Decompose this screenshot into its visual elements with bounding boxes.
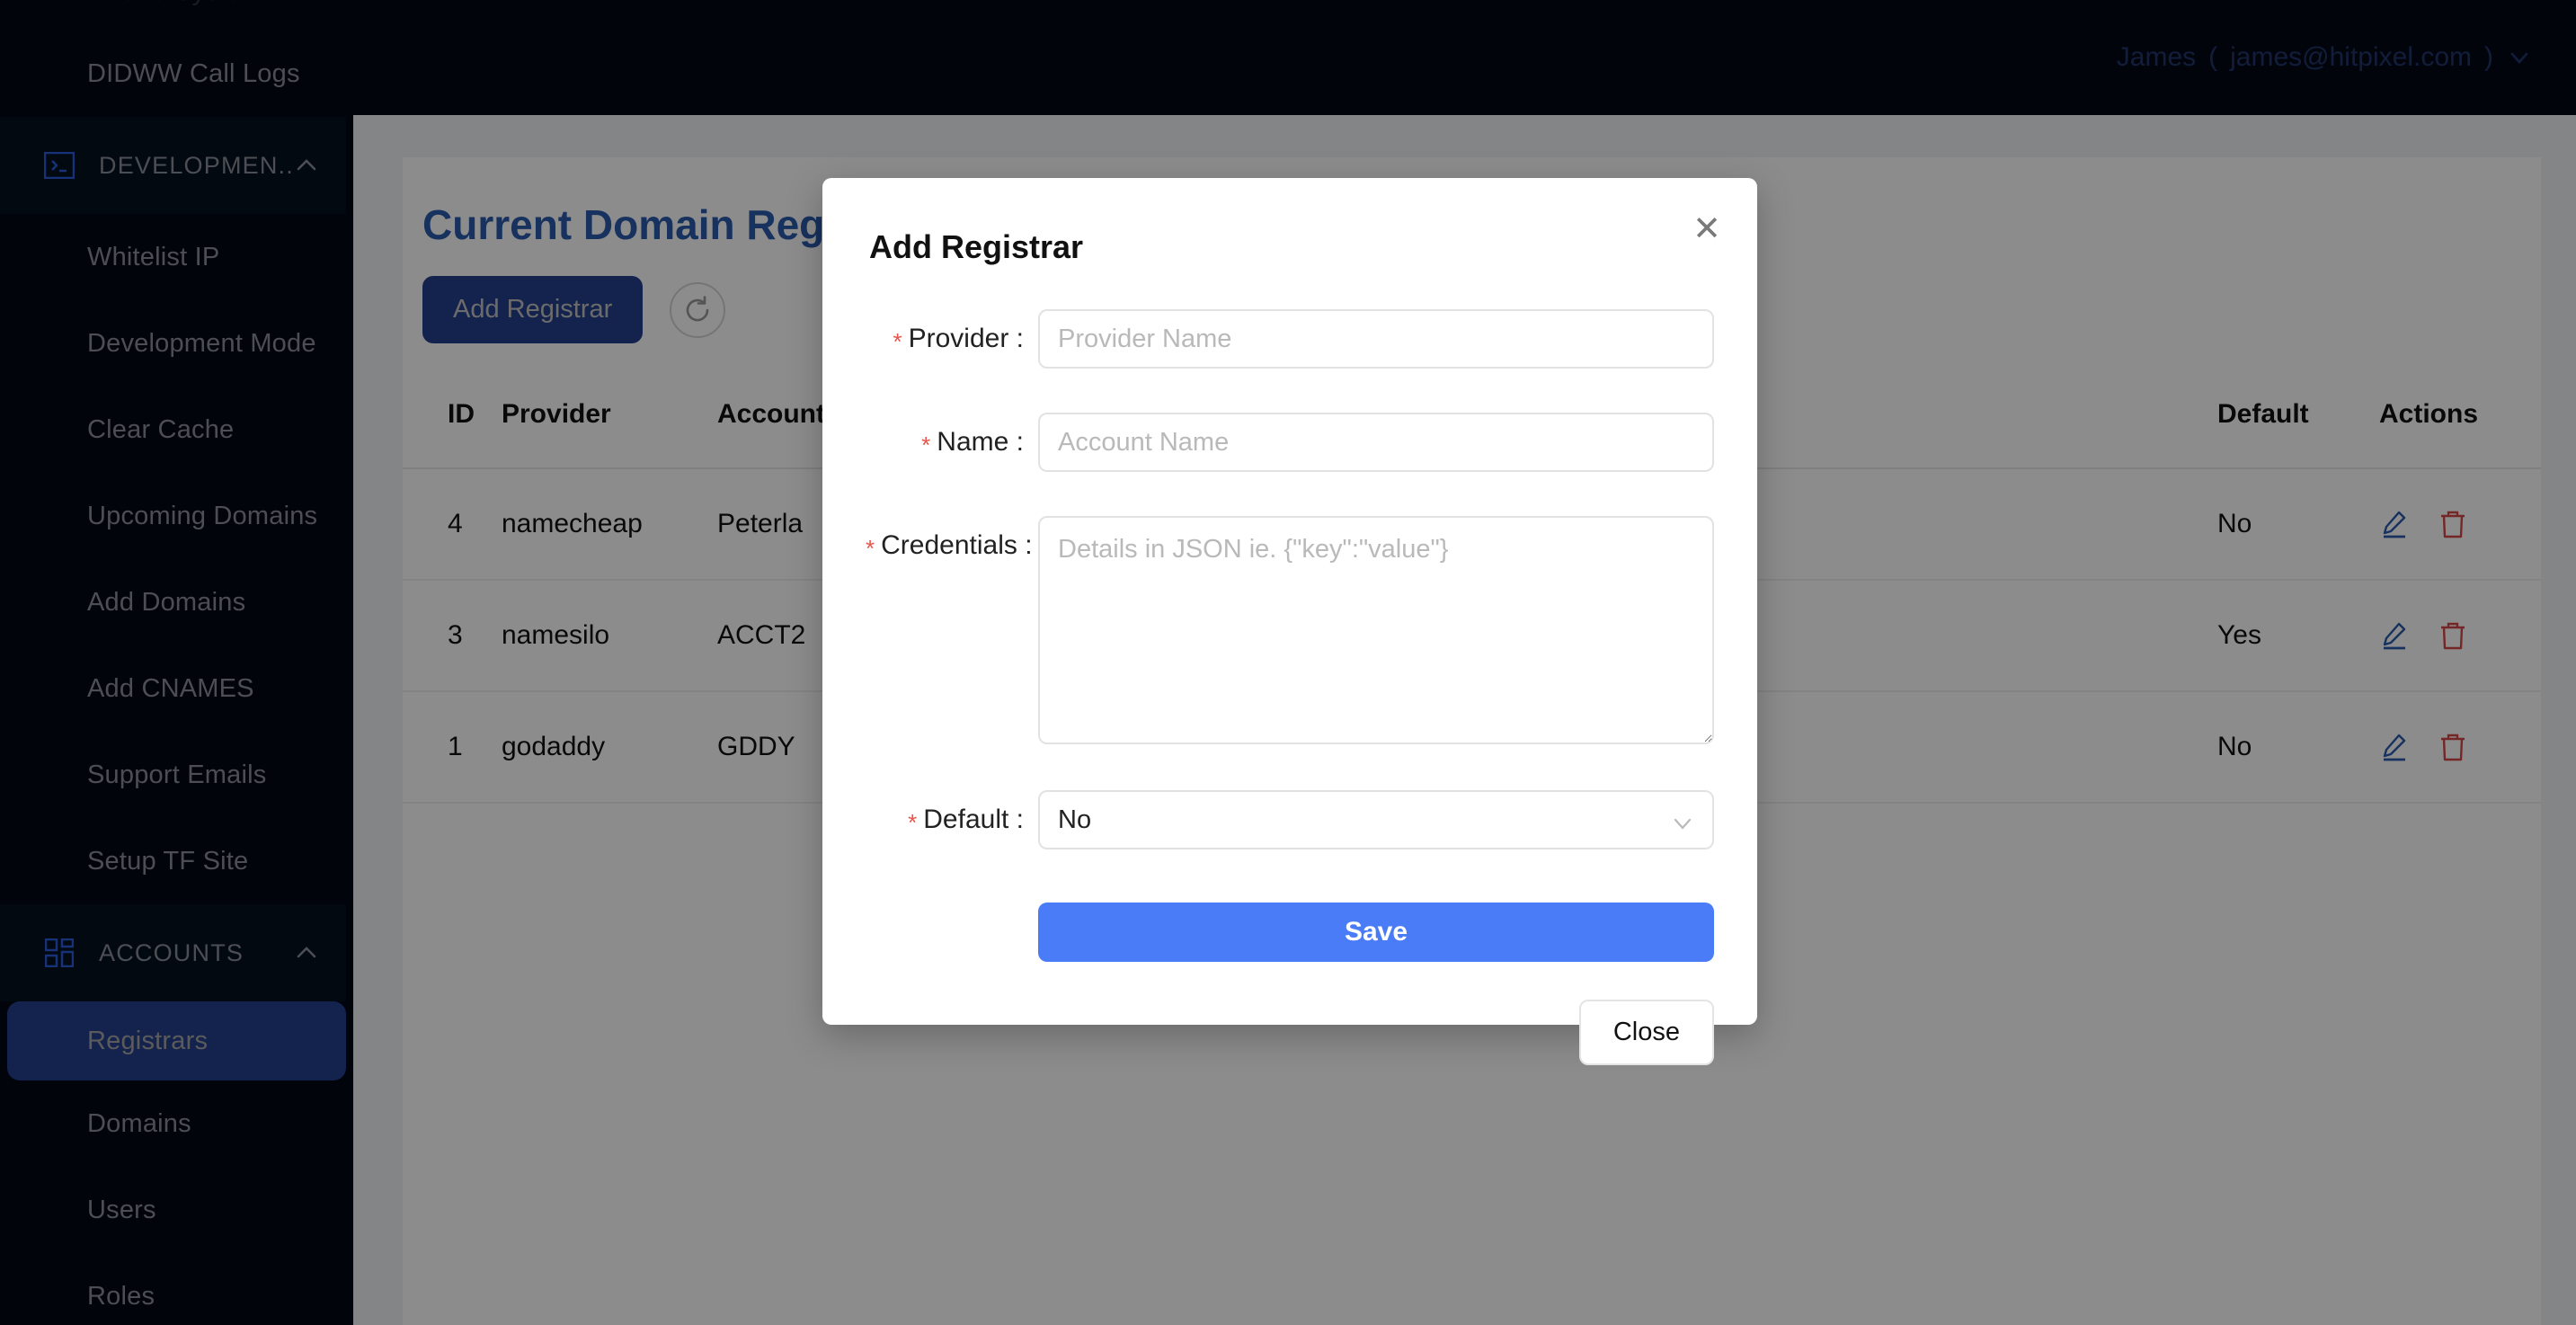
account-name-input[interactable] (1038, 413, 1714, 472)
required-asterisk: * (921, 431, 931, 458)
provider-label-text: Provider : (908, 324, 1024, 353)
required-asterisk: * (893, 328, 902, 355)
close-button[interactable]: Close (1578, 1000, 1714, 1065)
required-asterisk: * (866, 535, 875, 562)
credentials-label: * Credentials : (866, 516, 1038, 578)
provider-input[interactable] (1038, 309, 1714, 369)
name-label-text: Name : (937, 427, 1024, 457)
form-row-credentials: * Credentials : (866, 516, 1714, 749)
credentials-textarea[interactable] (1038, 516, 1714, 744)
app-root: Phone System DIDWW Call Logs DEVELOPMEN.… (0, 0, 2576, 1325)
form-row-name: * Name : (866, 413, 1714, 475)
close-icon[interactable]: ✕ (1692, 212, 1721, 246)
modal-footer: Close (866, 1000, 1714, 1065)
credentials-label-text: Credentials : (881, 530, 1033, 560)
name-label: * Name : (866, 413, 1038, 475)
default-select-value: No (1058, 805, 1092, 834)
chevron-down-icon (1671, 812, 1694, 842)
modal-title: Add Registrar (869, 228, 1084, 265)
form-row-provider: * Provider : (866, 309, 1714, 371)
default-select[interactable]: No (1038, 790, 1714, 849)
provider-label: * Provider : (866, 309, 1038, 371)
default-label: * Default : (866, 790, 1038, 852)
add-registrar-modal: Add Registrar ✕ *Provider : *Name : *Cre… (822, 178, 1757, 1065)
save-button[interactable]: Save (1038, 903, 1714, 962)
required-asterisk: * (908, 809, 918, 836)
default-label-text: Default : (923, 805, 1024, 834)
form-row-default: * Default : No (866, 790, 1714, 852)
